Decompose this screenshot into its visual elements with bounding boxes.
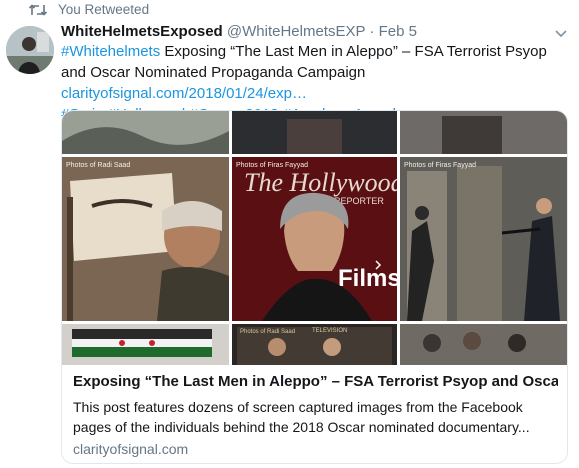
collage-caption: Photos of Radi Saad [240, 329, 295, 335]
tweet-header: WhiteHelmetsExposed @WhiteHelmetsEXP · F… [61, 23, 417, 40]
magazine-title: The Hollywood [244, 168, 405, 197]
hashtag-whitehelmets[interactable]: #Whitehelmets [61, 43, 160, 60]
backdrop-text: Films [338, 265, 401, 292]
display-name[interactable]: WhiteHelmetsExposed [61, 23, 223, 40]
collage-caption: Photos of Radi Saad [66, 162, 130, 169]
card-title[interactable]: Exposing “The Last Men in Aleppo” – FSA … [73, 373, 558, 390]
tweet-date[interactable]: Feb 5 [379, 23, 417, 40]
link-card[interactable]: Photos of Radi Saad The Hollywood REPORT… [61, 110, 568, 464]
collage-caption: Photos of Firas Fayyad [236, 162, 308, 169]
chevron-down-icon[interactable] [553, 25, 569, 41]
collage-caption: Photos of Firas Fayyad [404, 162, 476, 169]
retweet-label: You Retweeted [58, 2, 150, 17]
card-description: This post features dozens of screen capt… [73, 399, 530, 435]
retweet-context: You Retweeted [28, 2, 149, 17]
tweet-link[interactable]: clarityofsignal.com/2018/01/24/exp… [61, 85, 307, 102]
retweet-icon [28, 3, 48, 16]
separator: · [369, 23, 375, 40]
user-handle[interactable]: @WhiteHelmetsEXP [227, 23, 365, 40]
card-image-collage[interactable]: Photos of Radi Saad The Hollywood REPORT… [62, 111, 567, 365]
card-domain[interactable]: clarityofsignal.com [73, 441, 188, 457]
avatar[interactable] [6, 26, 54, 74]
backdrop-text: TELEVISION [312, 328, 347, 334]
